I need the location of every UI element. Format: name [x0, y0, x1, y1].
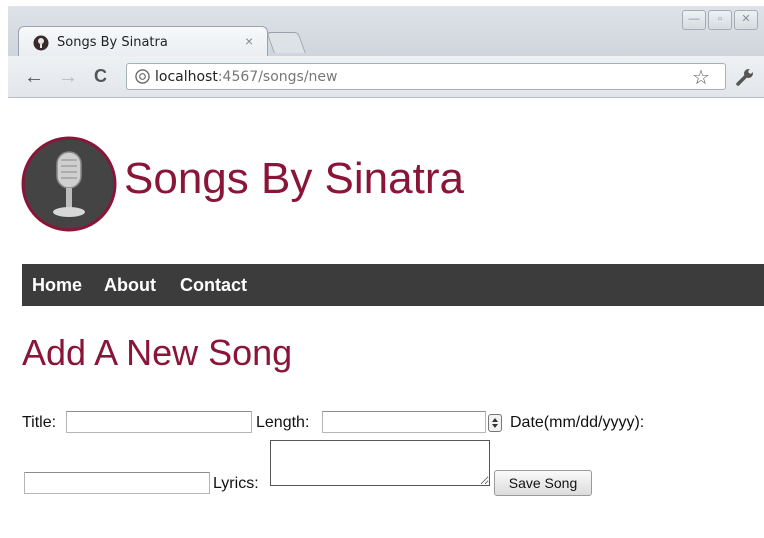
date-label: Date(mm/dd/yyyy): [510, 414, 645, 431]
lyrics-textarea[interactable] [270, 440, 490, 486]
minimize-icon[interactable]: — [682, 10, 706, 30]
bookmark-star-icon[interactable]: ☆ [692, 65, 710, 90]
title-input[interactable] [66, 411, 252, 433]
close-tab-icon[interactable]: × [245, 33, 253, 49]
url-text: localhost:4567/songs/new [155, 69, 338, 85]
save-song-button[interactable]: Save Song [494, 470, 592, 496]
back-arrow-icon[interactable]: ← [24, 66, 44, 89]
stepper-arrows-icon [492, 418, 498, 428]
favicon-icon [33, 35, 49, 51]
tab-songs-by-sinatra[interactable]: Songs By Sinatra × [18, 26, 268, 58]
date-input[interactable] [24, 472, 210, 494]
length-stepper[interactable] [488, 414, 502, 432]
close-window-icon[interactable]: ✕ [734, 10, 758, 30]
length-label: Length: [256, 414, 310, 431]
microphone-logo [21, 136, 117, 232]
page-info-icon[interactable] [135, 69, 150, 84]
forward-arrow-icon[interactable]: → [58, 66, 78, 89]
browser-window: Songs By Sinatra × — ▫ ✕ ← → C localhost… [8, 6, 764, 538]
nav-contact-link[interactable]: Contact [180, 275, 247, 296]
page-content: Songs By Sinatra Home About Contact Add … [8, 98, 764, 538]
page-heading: Add A New Song [22, 332, 293, 373]
nav-home-link[interactable]: Home [32, 275, 82, 296]
nav-about-link[interactable]: About [104, 275, 156, 296]
length-input[interactable] [322, 411, 486, 433]
address-bar[interactable]: localhost:4567/songs/new [126, 63, 726, 90]
title-label: Title: [22, 414, 57, 431]
tab-title: Songs By Sinatra [57, 35, 168, 50]
new-tab-button[interactable] [266, 32, 306, 53]
browser-toolbar: ← → C localhost:4567/songs/new ☆ [8, 56, 764, 98]
site-title: Songs By Sinatra [124, 154, 464, 203]
maximize-icon[interactable]: ▫ [708, 10, 732, 30]
site-navbar: Home About Contact [22, 264, 764, 306]
wrench-icon[interactable] [734, 66, 756, 88]
tab-strip: Songs By Sinatra × — ▫ ✕ [8, 6, 764, 58]
lyrics-label: Lyrics: [213, 475, 259, 492]
reload-icon[interactable]: C [94, 66, 107, 87]
